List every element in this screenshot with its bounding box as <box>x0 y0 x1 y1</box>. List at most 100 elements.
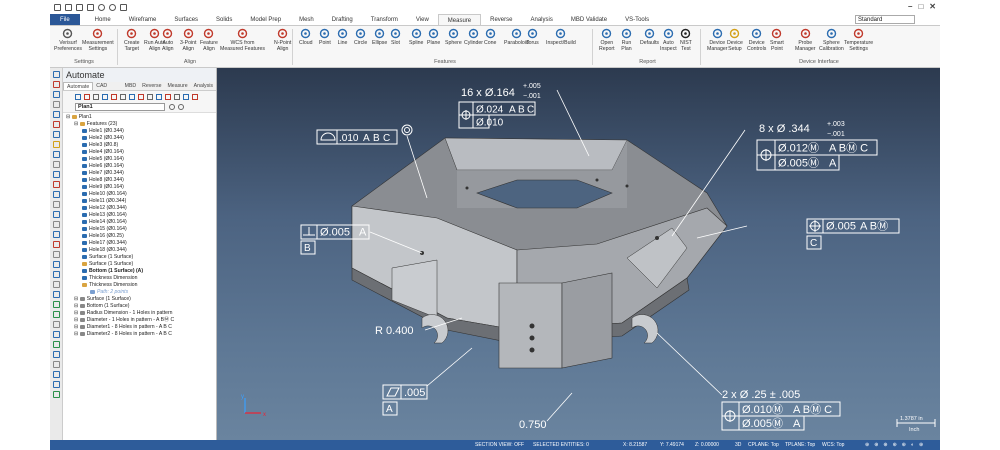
temperature-settings-button[interactable]: Temperature Settings <box>844 28 873 52</box>
maximize-icon[interactable]: □ <box>918 2 923 11</box>
tool-icon[interactable] <box>52 181 60 188</box>
tree-item[interactable]: Hole8 (Ø0.344) <box>63 177 216 184</box>
standard-select[interactable]: Standard <box>855 15 915 24</box>
panel-tab-automate[interactable]: Automate <box>63 82 94 90</box>
close-icon[interactable]: ✕ <box>929 2 936 11</box>
tool-icon[interactable] <box>52 381 60 388</box>
3-point-align-button[interactable]: 3-Point Align <box>180 28 196 52</box>
wcs-from-measured-features-button[interactable]: WCS from Measured Features <box>220 28 265 52</box>
plane-button[interactable]: Plane <box>427 28 440 47</box>
tool-icon[interactable] <box>52 281 60 288</box>
cylinder-button[interactable]: Cylinder <box>464 28 483 47</box>
expand-icon[interactable]: ⊟ <box>74 303 80 309</box>
tree-item[interactable]: ⊟ Bottom (1 Surface) <box>63 303 216 310</box>
hole2-qty[interactable]: 2 x Ø .25 ± .005 <box>722 389 800 401</box>
panel-tool-icon[interactable] <box>156 94 162 100</box>
tab-view[interactable]: View <box>407 14 438 25</box>
auto-align-button[interactable]: Auto Align <box>162 28 174 52</box>
profile-fcf[interactable]: .010 A B C <box>316 124 413 145</box>
flatness-fcf[interactable]: .005 A <box>382 384 428 416</box>
torus-button[interactable]: Torus <box>526 28 539 47</box>
tab-mesh[interactable]: Mesh <box>290 14 323 25</box>
sphere-calibration-button[interactable]: Sphere Calibration <box>819 28 844 52</box>
expand-icon[interactable]: ⊟ <box>74 121 80 127</box>
tool-icon[interactable] <box>52 391 60 398</box>
tool-icon[interactable] <box>52 171 60 178</box>
tool-icon[interactable] <box>52 221 60 228</box>
smart-point-button[interactable]: Smart Point <box>770 28 784 52</box>
file-tab[interactable]: File <box>50 14 80 25</box>
run-plan-button[interactable]: Run Plan <box>621 28 632 52</box>
panel-tool-icon[interactable] <box>147 94 153 100</box>
tree-item[interactable]: Surface (1 Surface) <box>63 254 216 261</box>
sphere-button[interactable]: Sphere <box>445 28 462 47</box>
tab-measure[interactable]: Measure <box>437 14 482 25</box>
tab-home[interactable]: Home <box>86 14 120 25</box>
hole2-fcf[interactable]: Ø.010Ⓜ A BⓂ C Ø.005Ⓜ A <box>721 401 841 431</box>
tree-item[interactable]: Hole18 (Ø0.344) <box>63 247 216 254</box>
measurement-settings-button[interactable]: Measurement Settings <box>82 28 114 52</box>
tab-model-prep[interactable]: Model Prep <box>241 14 290 25</box>
n-point-align-button[interactable]: N-Point Align <box>274 28 291 52</box>
3d-viewport[interactable]: 16 x Ø.164 +.005 −.001 Ø.024 A B C Ø.010 <box>217 68 940 440</box>
tab-analysis[interactable]: Analysis <box>521 14 561 25</box>
tool-icon[interactable] <box>52 111 60 118</box>
tree-item[interactable]: ⊟ Diameter1 - 8 Holes in pattern - A B C <box>63 324 216 331</box>
tree-item[interactable]: Thickness Dimension <box>63 275 216 282</box>
tree-item[interactable]: ⊟ Diameter - 1 Holes in pattern - A BⓂ C <box>63 317 216 324</box>
expand-icon[interactable]: ⊟ <box>74 331 80 337</box>
tree-item[interactable]: ⊟ Diameter2 - 8 Holes in pattern - A B C <box>63 331 216 338</box>
wcs-status[interactable]: WCS: Top <box>822 440 844 450</box>
expand-icon[interactable]: ⊟ <box>66 114 72 120</box>
tab-transform[interactable]: Transform <box>362 14 407 25</box>
tool-icon[interactable] <box>52 301 60 308</box>
tool-icon[interactable] <box>52 241 60 248</box>
device-controls-button[interactable]: Device Controls <box>747 28 766 52</box>
tool-icon[interactable] <box>52 361 60 368</box>
tool-icon[interactable] <box>52 251 60 258</box>
save-icon[interactable] <box>76 3 83 11</box>
auto-inspect-button[interactable]: Auto Inspect <box>660 28 677 52</box>
tab-reverse[interactable]: Reverse <box>481 14 521 25</box>
tree-item[interactable]: ⊟ Features (23) <box>63 121 216 128</box>
tree-item[interactable]: Bottom (1 Surface) (A) <box>63 268 216 275</box>
tab-solids[interactable]: Solids <box>207 14 241 25</box>
hole8-qty[interactable]: 8 x Ø .344 <box>759 123 810 135</box>
probe-manager-button[interactable]: Probe Manager <box>795 28 815 52</box>
tool-icon[interactable] <box>52 91 60 98</box>
tree-item[interactable]: Hole14 (Ø0.164) <box>63 219 216 226</box>
expand-icon[interactable]: ⊟ <box>74 324 80 330</box>
tool-icon[interactable] <box>52 271 60 278</box>
tool-icon[interactable] <box>52 191 60 198</box>
view-controls-icon[interactable]: ⊕⊕⊕⊕⊕◐⊕ <box>865 440 928 450</box>
tree-item[interactable]: Hole1 (Ø0.344) <box>63 128 216 135</box>
panel-tool-icon[interactable] <box>129 94 135 100</box>
tool-icon[interactable] <box>52 71 60 78</box>
tree-item[interactable]: Path: 2 points <box>63 289 216 296</box>
panel-tool-icon[interactable] <box>120 94 126 100</box>
tree-item[interactable]: Hole6 (Ø0.164) <box>63 163 216 170</box>
tool-icon[interactable] <box>52 341 60 348</box>
panel-tool-icon[interactable] <box>183 94 189 100</box>
search-icon[interactable] <box>169 104 175 110</box>
tree-item[interactable]: Hole4 (Ø0.164) <box>63 149 216 156</box>
open-report-button[interactable]: Open Report <box>599 28 615 52</box>
tool-icon[interactable] <box>52 261 60 268</box>
panel-tab-mbd[interactable]: MBD <box>122 82 140 90</box>
tab-wireframe[interactable]: Wireframe <box>120 14 166 25</box>
expand-icon[interactable]: ⊟ <box>74 296 80 302</box>
panel-tool-icon[interactable] <box>138 94 144 100</box>
tree-item[interactable]: Hole13 (Ø0.164) <box>63 212 216 219</box>
line-button[interactable]: Line <box>337 28 348 47</box>
panel-tool-icon[interactable] <box>93 94 99 100</box>
tree-item[interactable]: Surface (1 Surface) <box>63 261 216 268</box>
expand-icon[interactable]: ⊟ <box>74 317 80 323</box>
panel-tab-analysis[interactable]: Analysis <box>191 82 216 90</box>
ellipse-button[interactable]: Ellipse <box>372 28 387 47</box>
panel-tool-icon[interactable] <box>174 94 180 100</box>
hole16-qty[interactable]: 16 x Ø.164 <box>461 87 515 99</box>
print-icon[interactable] <box>87 3 94 11</box>
tool-icon[interactable] <box>52 121 60 128</box>
minimize-icon[interactable]: – <box>908 2 912 11</box>
panel-tab-cad-tree[interactable]: CAD Tree <box>93 82 121 98</box>
